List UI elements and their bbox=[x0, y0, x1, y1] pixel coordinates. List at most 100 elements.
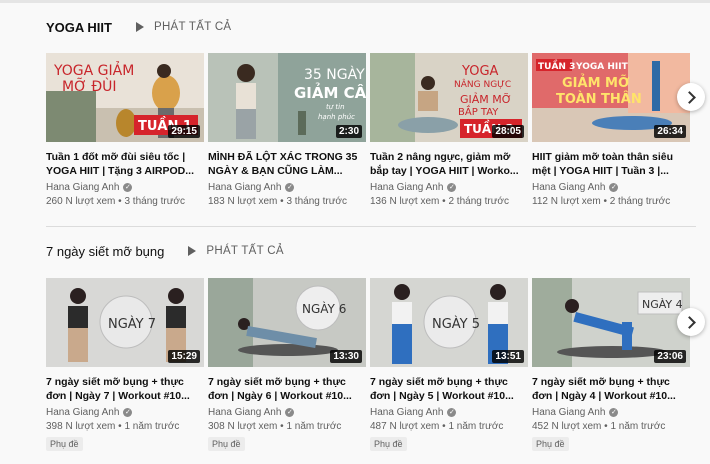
video-title[interactable]: HIIT giảm mỡ toàn thân siêu mệt | YOGA H… bbox=[532, 150, 690, 178]
video-thumbnail[interactable]: NGÀY 4 23:06 bbox=[532, 278, 690, 367]
video-title[interactable]: 7 ngày siết mỡ bụng + thực đơn | Ngày 5 … bbox=[370, 375, 528, 403]
svg-text:BẮP TAY: BẮP TAY bbox=[458, 104, 499, 118]
svg-text:NGÀY 6: NGÀY 6 bbox=[302, 301, 346, 316]
channel-name[interactable]: Hana Giang Anh bbox=[532, 182, 605, 193]
subtitles-badge: Phụ đề bbox=[532, 437, 569, 451]
channel-name-row: Hana Giang Anh ✓ bbox=[46, 407, 204, 418]
svg-text:YOGA HIIT: YOGA HIIT bbox=[575, 62, 629, 72]
verified-check-icon: ✓ bbox=[609, 408, 619, 417]
svg-text:GIẢM CÂN: GIẢM CÂN bbox=[294, 81, 366, 102]
view-count: 452 N lượt xem bbox=[532, 421, 602, 432]
svg-text:hạnh phúc: hạnh phúc bbox=[318, 113, 355, 121]
video-thumbnail[interactable]: YOGA GIẢM MỠ ĐÙI TUẦN 1 29:15 bbox=[46, 53, 204, 142]
channel-name[interactable]: Hana Giang Anh bbox=[208, 407, 281, 418]
subtitles-badge: Phụ đề bbox=[208, 437, 245, 451]
svg-text:35 NGÀY: 35 NGÀY bbox=[304, 66, 365, 83]
chevron-right-icon bbox=[683, 90, 696, 104]
play-all-button[interactable]: PHÁT TẤT CẢ bbox=[135, 21, 232, 33]
play-icon bbox=[188, 246, 197, 256]
video-title[interactable]: 7 ngày siết mỡ bụng + thực đơn | Ngày 4 … bbox=[532, 375, 690, 403]
shelf-title[interactable]: 7 ngày siết mỡ bụng bbox=[46, 244, 164, 259]
shelf-divider bbox=[46, 226, 696, 227]
video-duration: 29:15 bbox=[168, 125, 200, 138]
video-thumbnail[interactable]: TUẦN 3 YOGA HIIT GIẢM MỠ TOÀN THÂN 26:34 bbox=[532, 53, 690, 142]
upload-age: 1 năm trước bbox=[448, 421, 504, 432]
video-title[interactable]: 7 ngày siết mỡ bụng + thực đơn | Ngày 7 … bbox=[46, 375, 204, 403]
view-count: 260 N lượt xem bbox=[46, 196, 116, 207]
shelf-header: YOGA HIIT PHÁT TẤT CẢ bbox=[46, 16, 231, 38]
verified-check-icon: ✓ bbox=[285, 408, 295, 417]
video-thumbnail[interactable]: NGÀY 7 15:29 bbox=[46, 278, 204, 367]
upload-age: 3 tháng trước bbox=[124, 196, 185, 207]
video-card[interactable]: NGÀY 6 13:30 7 ngày siết mỡ bụng + thực … bbox=[208, 278, 366, 452]
video-title[interactable]: Tuần 1 đốt mỡ đùi siêu tốc | YOGA HIIT |… bbox=[46, 150, 204, 178]
channel-name-row: Hana Giang Anh ✓ bbox=[208, 182, 366, 193]
video-thumbnail[interactable]: 35 NGÀY GIẢM CÂN tự tin hạnh phúc 2:30 bbox=[208, 53, 366, 142]
video-meta: 398 N lượt xem • 1 năm trước bbox=[46, 421, 204, 432]
verified-check-icon: ✓ bbox=[285, 183, 295, 192]
shelf-title[interactable]: YOGA HIIT bbox=[46, 20, 112, 35]
shelf-yoga-hiit: YOGA HIIT PHÁT TẤT CẢ YOGA GIẢM MỠ ĐÙI T… bbox=[0, 0, 710, 226]
next-arrow-button[interactable] bbox=[677, 308, 705, 336]
verified-check-icon: ✓ bbox=[447, 183, 457, 192]
video-title[interactable]: MÌNH ĐÃ LỘT XÁC TRONG 35 NGÀY & BẠN CŨNG… bbox=[208, 150, 366, 178]
video-card[interactable]: NGÀY 5 13:51 7 ngày siết mỡ bụng + thực … bbox=[370, 278, 528, 452]
verified-check-icon: ✓ bbox=[609, 183, 619, 192]
play-all-button[interactable]: PHÁT TẤT CẢ bbox=[188, 245, 284, 257]
view-count: 136 N lượt xem bbox=[370, 196, 440, 207]
upload-age: 1 năm trước bbox=[124, 421, 180, 432]
video-meta: 112 N lượt xem • 2 tháng trước bbox=[532, 196, 690, 207]
upload-age: 1 năm trước bbox=[286, 421, 342, 432]
video-duration: 26:34 bbox=[654, 125, 686, 138]
video-title[interactable]: Tuần 2 nâng ngực, giảm mỡ bắp tay | YOGA… bbox=[370, 150, 528, 178]
channel-name-row: Hana Giang Anh ✓ bbox=[532, 407, 690, 418]
channel-name[interactable]: Hana Giang Anh bbox=[208, 182, 281, 193]
video-card[interactable]: YOGA GIẢM MỠ ĐÙI TUẦN 1 29:15 Tuần 1 đốt… bbox=[46, 53, 204, 207]
video-thumbnail[interactable]: NGÀY 6 13:30 bbox=[208, 278, 366, 367]
video-meta: 452 N lượt xem • 1 năm trước bbox=[532, 421, 690, 432]
next-arrow-button[interactable] bbox=[677, 83, 705, 111]
channel-name[interactable]: Hana Giang Anh bbox=[370, 407, 443, 418]
upload-age: 2 tháng trước bbox=[448, 196, 509, 207]
video-card[interactable]: TUẦN 3 YOGA HIIT GIẢM MỠ TOÀN THÂN 26:34… bbox=[532, 53, 690, 207]
play-all-label: PHÁT TẤT CẢ bbox=[153, 21, 232, 33]
svg-text:YOGA: YOGA bbox=[461, 64, 499, 79]
video-meta: 487 N lượt xem • 1 năm trước bbox=[370, 421, 528, 432]
video-title[interactable]: 7 ngày siết mỡ bụng + thực đơn | Ngày 6 … bbox=[208, 375, 366, 403]
svg-text:YOGA GIẢM: YOGA GIẢM bbox=[53, 61, 134, 79]
video-card[interactable]: NGÀY 4 23:06 7 ngày siết mỡ bụng + thực … bbox=[532, 278, 690, 452]
svg-text:NGÀY 4: NGÀY 4 bbox=[642, 298, 683, 311]
video-thumbnail[interactable]: NGÀY 5 13:51 bbox=[370, 278, 528, 367]
video-row: NGÀY 7 15:29 7 ngày siết mỡ bụng + thực … bbox=[46, 278, 690, 452]
video-card[interactable]: NGÀY 7 15:29 7 ngày siết mỡ bụng + thực … bbox=[46, 278, 204, 452]
play-icon bbox=[135, 22, 144, 32]
video-card[interactable]: 35 NGÀY GIẢM CÂN tự tin hạnh phúc 2:30 M… bbox=[208, 53, 366, 207]
video-duration: 15:29 bbox=[168, 350, 200, 363]
verified-check-icon: ✓ bbox=[123, 408, 133, 417]
chevron-right-icon bbox=[683, 315, 696, 329]
subtitles-badge: Phụ đề bbox=[370, 437, 407, 451]
svg-text:NGÀY 5: NGÀY 5 bbox=[432, 316, 480, 332]
play-all-label: PHÁT TẤT CẢ bbox=[206, 245, 284, 257]
channel-name[interactable]: Hana Giang Anh bbox=[46, 407, 119, 418]
video-meta: 260 N lượt xem • 3 tháng trước bbox=[46, 196, 204, 207]
view-count: 487 N lượt xem bbox=[370, 421, 440, 432]
view-count: 183 N lượt xem bbox=[208, 196, 278, 207]
video-duration: 28:05 bbox=[492, 125, 524, 138]
video-card[interactable]: YOGA NÂNG NGỰC GIẢM MỠ BẮP TAY TUẦN 2 28… bbox=[370, 53, 528, 207]
channel-name[interactable]: Hana Giang Anh bbox=[532, 407, 605, 418]
svg-text:NÂNG NGỰC: NÂNG NGỰC bbox=[454, 78, 511, 90]
channel-name-row: Hana Giang Anh ✓ bbox=[46, 182, 204, 193]
channel-name[interactable]: Hana Giang Anh bbox=[370, 182, 443, 193]
video-duration: 13:51 bbox=[492, 350, 524, 363]
verified-check-icon: ✓ bbox=[447, 408, 457, 417]
video-thumbnail[interactable]: YOGA NÂNG NGỰC GIẢM MỠ BẮP TAY TUẦN 2 28… bbox=[370, 53, 528, 142]
svg-text:MỠ ĐÙI: MỠ ĐÙI bbox=[62, 77, 117, 95]
view-count: 112 N lượt xem bbox=[532, 196, 601, 207]
upload-age: 2 tháng trước bbox=[609, 196, 671, 207]
video-meta: 136 N lượt xem • 2 tháng trước bbox=[370, 196, 528, 207]
video-duration: 13:30 bbox=[330, 350, 362, 363]
channel-name[interactable]: Hana Giang Anh bbox=[46, 182, 119, 193]
subtitles-badge: Phụ đề bbox=[46, 437, 83, 451]
channel-name-row: Hana Giang Anh ✓ bbox=[532, 182, 690, 193]
